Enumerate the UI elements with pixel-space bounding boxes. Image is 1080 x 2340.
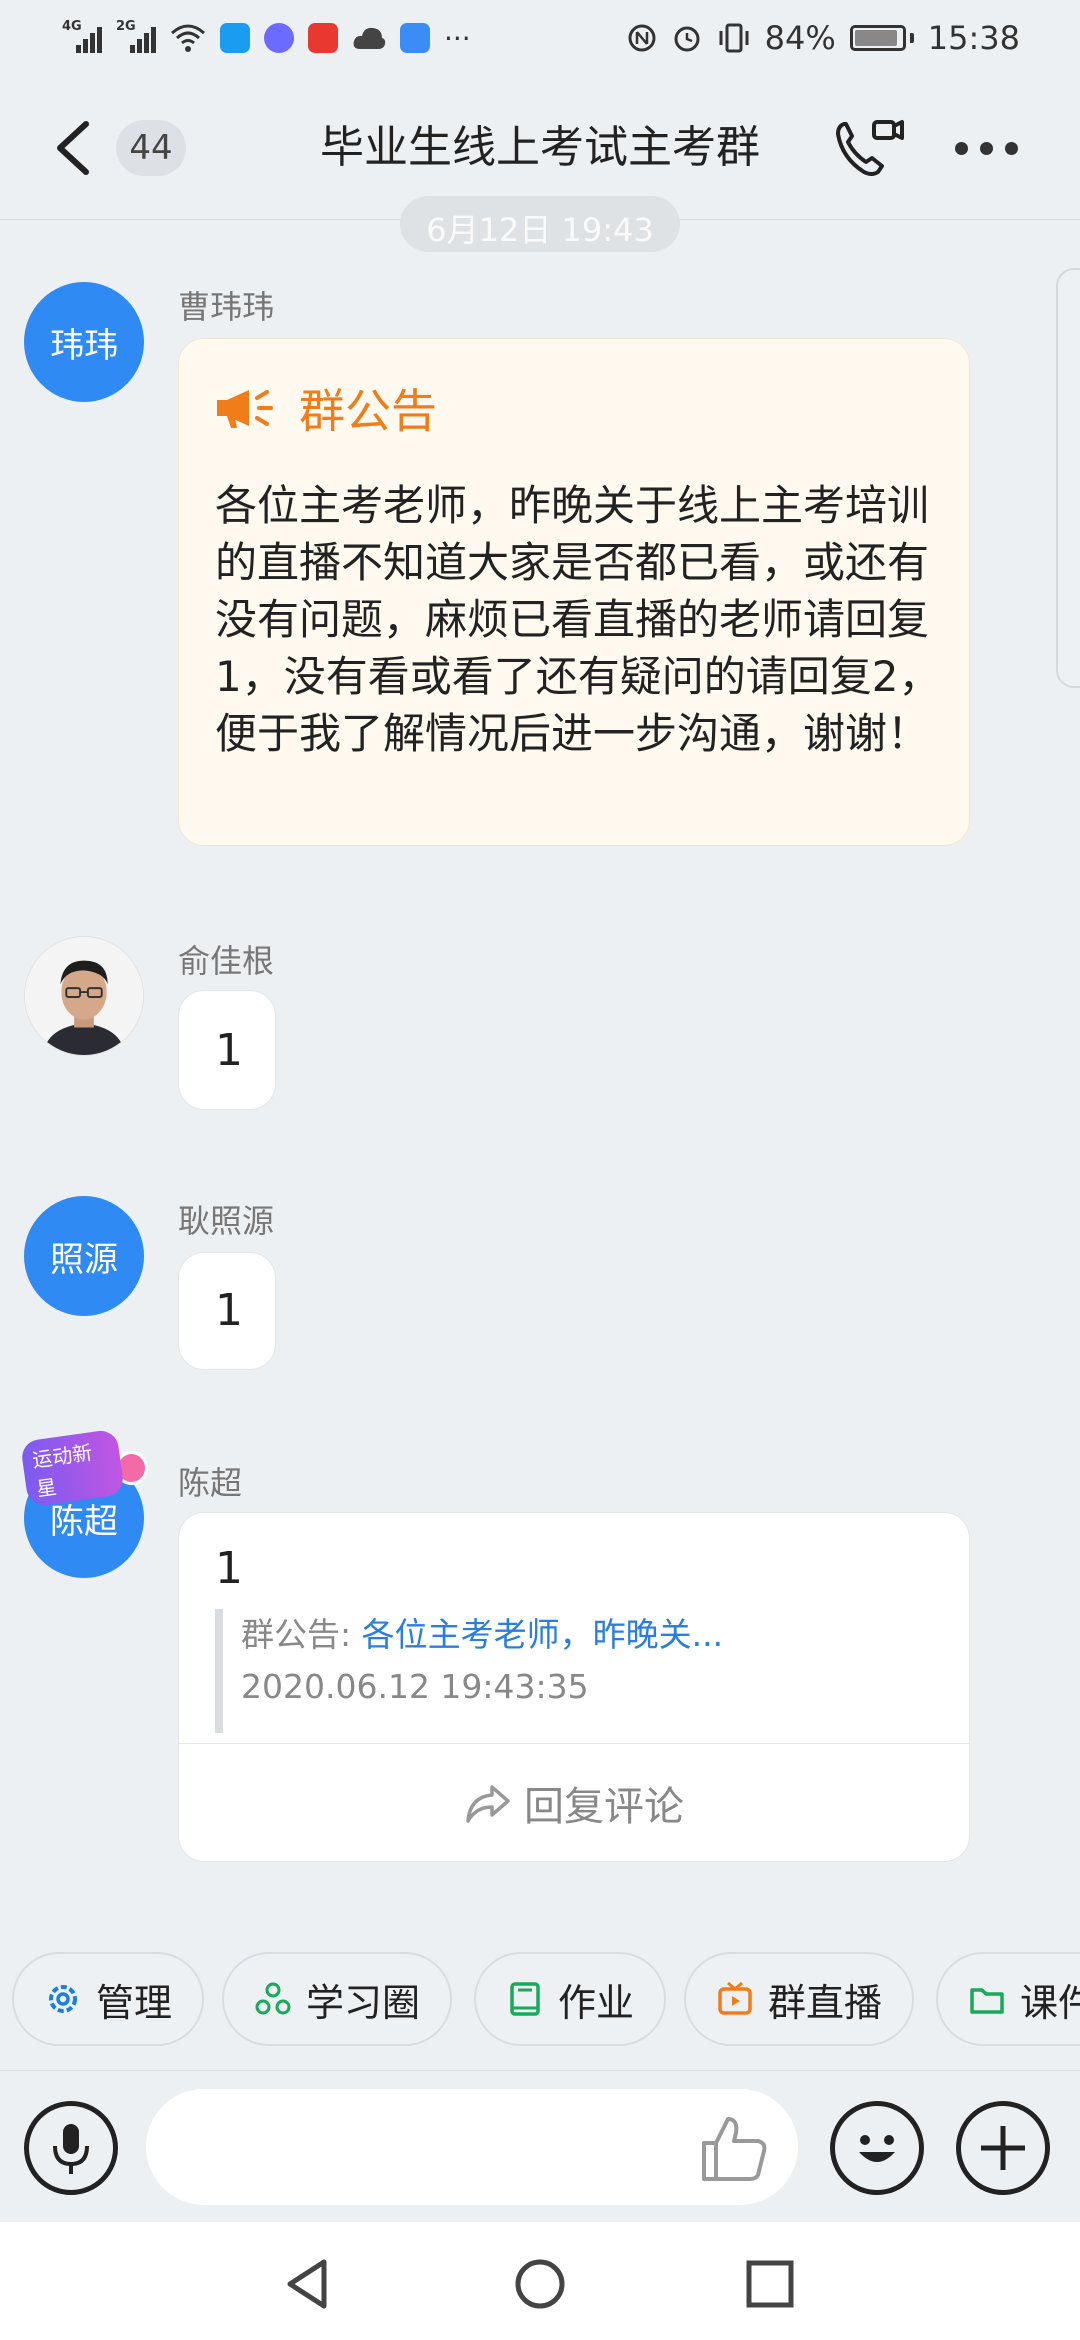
microphone-icon <box>53 2124 89 2174</box>
message-text: 1 <box>215 1025 243 1076</box>
network-type-1: 4G <box>62 19 82 34</box>
message-text: 1 <box>215 1543 243 1594</box>
chip-label: 管理 <box>96 1980 173 2025</box>
avatar[interactable]: 照源 <box>24 1196 144 1316</box>
reply-comment-label: 回复评论 <box>524 1784 684 1830</box>
person-photo-icon <box>25 937 143 1055</box>
message-text: 1 <box>215 1285 243 1336</box>
system-nav-bar <box>0 2222 1080 2340</box>
quote-time: 2020.06.12 19:43:35 <box>241 1667 589 1706</box>
chevron-left-icon[interactable] <box>48 118 98 178</box>
status-right: 84% 15:38 <box>627 19 1020 57</box>
group-title: 毕业生线上考试主考群 <box>320 122 760 173</box>
circles-icon <box>255 1982 291 2015</box>
chip-label: 作业 <box>558 1980 635 2025</box>
network-type-2: 2G <box>116 19 136 34</box>
cloud-icon <box>353 27 386 49</box>
more-dots-icon[interactable] <box>955 128 1025 168</box>
files-app-icon <box>400 23 430 53</box>
message-bubble[interactable]: 1 <box>178 1252 276 1370</box>
vibrate-icon <box>719 23 749 53</box>
phone-video-icon[interactable] <box>830 114 910 184</box>
clock: 15:38 <box>927 19 1020 57</box>
chip-homework[interactable]: 作业 <box>474 1952 667 2046</box>
status-bar: 4G 2G ··· 84% 15:38 <box>0 0 1080 76</box>
voice-button[interactable] <box>24 2101 118 2195</box>
sender-name: 俞佳根 <box>178 942 275 980</box>
unread-count-badge[interactable]: 44 <box>116 120 186 176</box>
time-divider-text: 6月12日 19:43 <box>426 211 654 249</box>
nfc-icon <box>628 24 656 52</box>
smile-icon <box>859 2135 895 2162</box>
nav-home-icon[interactable] <box>510 2254 570 2314</box>
alarm-icon <box>674 26 700 52</box>
browser-app-icon <box>220 23 250 53</box>
book-icon <box>510 1982 540 2016</box>
message-bubble[interactable]: 1 <box>178 990 276 1110</box>
notice-bubble[interactable]: 群公告 各位主考老师，昨晚关于线上主考培训的直播不知道大家是否都已看，或还有没有… <box>178 338 970 846</box>
chip-label: 学习圈 <box>306 1980 421 2025</box>
input-bar <box>0 2070 1080 2220</box>
quote-link[interactable]: 各位主考老师，昨晚关... <box>362 1615 723 1654</box>
notice-title: 群公告 <box>299 384 437 438</box>
battery-percent: 84% <box>764 19 836 57</box>
megaphone-icon <box>217 390 273 428</box>
signal-icon: 4G <box>62 19 102 53</box>
avatar-badge: 运动新星 <box>19 1428 148 1508</box>
wifi-icon <box>171 24 205 52</box>
music-app-icon <box>264 23 294 53</box>
status-left: 4G 2G ··· <box>62 19 471 55</box>
quote-line: 群公告: 各位主考老师，昨晚关... <box>241 1609 935 1661</box>
avatar-photo[interactable] <box>24 936 144 1056</box>
avatar-badge-label: 运动新星 <box>19 1428 126 1508</box>
nav-recents-icon[interactable] <box>740 2254 800 2314</box>
chip-study-circle[interactable]: 学习圈 <box>222 1952 453 2046</box>
chip-manage[interactable]: 管理 <box>12 1952 205 2046</box>
emoji-button[interactable] <box>830 2101 924 2195</box>
reply-bubble[interactable]: 1 群公告: 各位主考老师，昨晚关... 2020.06.12 19:43:35… <box>178 1512 970 1862</box>
shopping-app-icon <box>308 23 338 53</box>
folder-icon <box>970 1988 1004 2014</box>
signal-icon-2: 2G <box>116 19 156 53</box>
sender-name: 曹玮玮 <box>178 288 275 326</box>
time-divider: 6月12日 19:43 <box>400 196 680 252</box>
tv-icon <box>718 1981 752 2015</box>
notice-body: 各位主考老师，昨晚关于线上主考培训的直播不知道大家是否都已看，或还有没有问题，麻… <box>215 481 941 758</box>
gear-icon <box>49 1985 77 2013</box>
quick-tools-bar: 管理 学习圈 作业 群直播 课件 <box>0 1950 1080 2050</box>
side-panel-handle[interactable] <box>1056 268 1080 688</box>
avatar[interactable]: 玮玮 <box>24 282 144 402</box>
sender-name: 耿照源 <box>178 1202 275 1240</box>
chip-courseware[interactable]: 课件 <box>936 1952 1080 2046</box>
chip-label: 群直播 <box>768 1980 883 2025</box>
share-arrow-icon <box>466 1785 510 1823</box>
chip-group-live[interactable]: 群直播 <box>684 1952 915 2046</box>
reply-comment-button[interactable]: 回复评论 <box>179 1744 969 1862</box>
notice-header: 群公告 <box>215 375 437 441</box>
quoted-notice[interactable]: 群公告: 各位主考老师，昨晚关... 2020.06.12 19:43:35 <box>215 1609 935 1733</box>
nav-back-icon[interactable] <box>278 2254 338 2314</box>
battery-icon <box>849 25 914 51</box>
chip-label: 课件 <box>1020 1980 1080 2025</box>
more-notifications: ··· <box>444 21 471 55</box>
quote-label: 群公告: <box>241 1615 362 1654</box>
sender-name: 陈超 <box>178 1464 243 1502</box>
plus-icon <box>981 2126 1025 2170</box>
more-options-button[interactable] <box>956 2101 1050 2195</box>
thumbs-up-icon[interactable] <box>694 2111 774 2185</box>
